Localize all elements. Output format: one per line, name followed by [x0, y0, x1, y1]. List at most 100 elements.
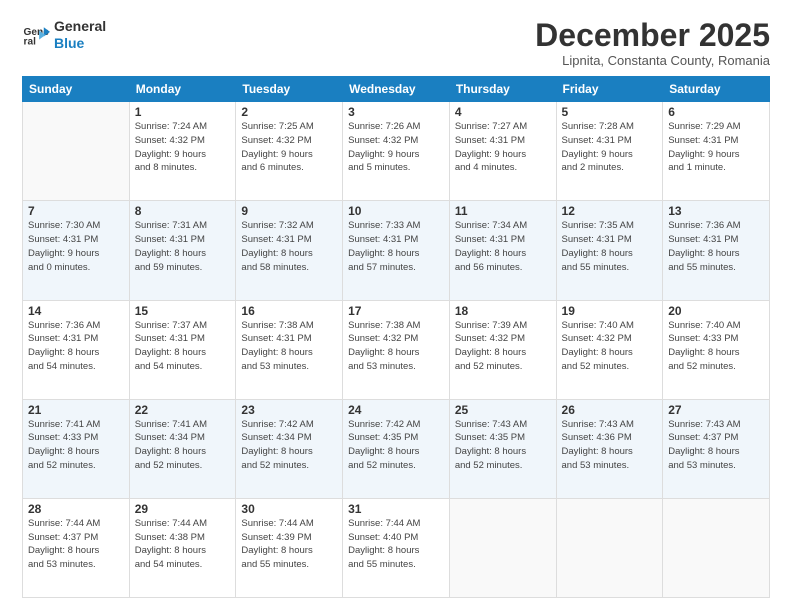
- day-info: Sunrise: 7:40 AM Sunset: 4:33 PM Dayligh…: [668, 319, 764, 374]
- day-info: Sunrise: 7:40 AM Sunset: 4:32 PM Dayligh…: [562, 319, 658, 374]
- month-title: December 2025: [535, 18, 770, 53]
- day-number: 4: [455, 105, 551, 119]
- calendar-cell: [556, 498, 663, 597]
- calendar-cell: [449, 498, 556, 597]
- day-info: Sunrise: 7:33 AM Sunset: 4:31 PM Dayligh…: [348, 219, 444, 274]
- day-number: 21: [28, 403, 124, 417]
- calendar-cell: 27Sunrise: 7:43 AM Sunset: 4:37 PM Dayli…: [663, 399, 770, 498]
- logo: Gene ral General Blue: [22, 18, 106, 52]
- subtitle: Lipnita, Constanta County, Romania: [535, 53, 770, 68]
- day-number: 12: [562, 204, 658, 218]
- day-info: Sunrise: 7:38 AM Sunset: 4:31 PM Dayligh…: [241, 319, 337, 374]
- day-number: 30: [241, 502, 337, 516]
- day-number: 2: [241, 105, 337, 119]
- calendar-cell: 16Sunrise: 7:38 AM Sunset: 4:31 PM Dayli…: [236, 300, 343, 399]
- calendar-cell: 11Sunrise: 7:34 AM Sunset: 4:31 PM Dayli…: [449, 201, 556, 300]
- calendar-cell: 12Sunrise: 7:35 AM Sunset: 4:31 PM Dayli…: [556, 201, 663, 300]
- calendar-cell: 15Sunrise: 7:37 AM Sunset: 4:31 PM Dayli…: [129, 300, 236, 399]
- day-info: Sunrise: 7:43 AM Sunset: 4:36 PM Dayligh…: [562, 418, 658, 473]
- day-info: Sunrise: 7:43 AM Sunset: 4:35 PM Dayligh…: [455, 418, 551, 473]
- day-info: Sunrise: 7:37 AM Sunset: 4:31 PM Dayligh…: [135, 319, 231, 374]
- calendar-cell: 26Sunrise: 7:43 AM Sunset: 4:36 PM Dayli…: [556, 399, 663, 498]
- calendar-cell: 18Sunrise: 7:39 AM Sunset: 4:32 PM Dayli…: [449, 300, 556, 399]
- day-number: 23: [241, 403, 337, 417]
- calendar-cell: 10Sunrise: 7:33 AM Sunset: 4:31 PM Dayli…: [343, 201, 450, 300]
- day-number: 10: [348, 204, 444, 218]
- calendar-cell: 1Sunrise: 7:24 AM Sunset: 4:32 PM Daylig…: [129, 102, 236, 201]
- calendar-week-4: 21Sunrise: 7:41 AM Sunset: 4:33 PM Dayli…: [23, 399, 770, 498]
- day-info: Sunrise: 7:26 AM Sunset: 4:32 PM Dayligh…: [348, 120, 444, 175]
- header: Gene ral General Blue December 2025 Lipn…: [22, 18, 770, 68]
- calendar-cell: 25Sunrise: 7:43 AM Sunset: 4:35 PM Dayli…: [449, 399, 556, 498]
- day-info: Sunrise: 7:31 AM Sunset: 4:31 PM Dayligh…: [135, 219, 231, 274]
- calendar-cell: 29Sunrise: 7:44 AM Sunset: 4:38 PM Dayli…: [129, 498, 236, 597]
- day-info: Sunrise: 7:39 AM Sunset: 4:32 PM Dayligh…: [455, 319, 551, 374]
- day-info: Sunrise: 7:25 AM Sunset: 4:32 PM Dayligh…: [241, 120, 337, 175]
- day-number: 15: [135, 304, 231, 318]
- day-number: 11: [455, 204, 551, 218]
- day-info: Sunrise: 7:42 AM Sunset: 4:35 PM Dayligh…: [348, 418, 444, 473]
- day-number: 20: [668, 304, 764, 318]
- day-number: 5: [562, 105, 658, 119]
- weekday-header-row: SundayMondayTuesdayWednesdayThursdayFrid…: [23, 77, 770, 102]
- logo-line1: General: [54, 18, 106, 35]
- weekday-saturday: Saturday: [663, 77, 770, 102]
- day-info: Sunrise: 7:27 AM Sunset: 4:31 PM Dayligh…: [455, 120, 551, 175]
- day-number: 16: [241, 304, 337, 318]
- day-number: 9: [241, 204, 337, 218]
- day-number: 26: [562, 403, 658, 417]
- logo-line2: Blue: [54, 35, 106, 52]
- day-info: Sunrise: 7:29 AM Sunset: 4:31 PM Dayligh…: [668, 120, 764, 175]
- day-number: 17: [348, 304, 444, 318]
- weekday-thursday: Thursday: [449, 77, 556, 102]
- day-number: 14: [28, 304, 124, 318]
- day-number: 25: [455, 403, 551, 417]
- calendar-cell: 31Sunrise: 7:44 AM Sunset: 4:40 PM Dayli…: [343, 498, 450, 597]
- calendar-cell: 24Sunrise: 7:42 AM Sunset: 4:35 PM Dayli…: [343, 399, 450, 498]
- day-info: Sunrise: 7:30 AM Sunset: 4:31 PM Dayligh…: [28, 219, 124, 274]
- weekday-monday: Monday: [129, 77, 236, 102]
- calendar-page: Gene ral General Blue December 2025 Lipn…: [0, 0, 792, 612]
- day-info: Sunrise: 7:36 AM Sunset: 4:31 PM Dayligh…: [28, 319, 124, 374]
- weekday-friday: Friday: [556, 77, 663, 102]
- day-info: Sunrise: 7:34 AM Sunset: 4:31 PM Dayligh…: [455, 219, 551, 274]
- calendar-cell: 23Sunrise: 7:42 AM Sunset: 4:34 PM Dayli…: [236, 399, 343, 498]
- day-number: 24: [348, 403, 444, 417]
- logo-icon: Gene ral: [22, 21, 50, 49]
- calendar-week-2: 7Sunrise: 7:30 AM Sunset: 4:31 PM Daylig…: [23, 201, 770, 300]
- day-info: Sunrise: 7:41 AM Sunset: 4:34 PM Dayligh…: [135, 418, 231, 473]
- calendar-week-3: 14Sunrise: 7:36 AM Sunset: 4:31 PM Dayli…: [23, 300, 770, 399]
- calendar-cell: 5Sunrise: 7:28 AM Sunset: 4:31 PM Daylig…: [556, 102, 663, 201]
- day-number: 7: [28, 204, 124, 218]
- day-info: Sunrise: 7:42 AM Sunset: 4:34 PM Dayligh…: [241, 418, 337, 473]
- calendar-cell: 7Sunrise: 7:30 AM Sunset: 4:31 PM Daylig…: [23, 201, 130, 300]
- calendar-cell: 4Sunrise: 7:27 AM Sunset: 4:31 PM Daylig…: [449, 102, 556, 201]
- day-number: 18: [455, 304, 551, 318]
- day-info: Sunrise: 7:44 AM Sunset: 4:38 PM Dayligh…: [135, 517, 231, 572]
- calendar-week-1: 1Sunrise: 7:24 AM Sunset: 4:32 PM Daylig…: [23, 102, 770, 201]
- calendar-cell: 8Sunrise: 7:31 AM Sunset: 4:31 PM Daylig…: [129, 201, 236, 300]
- day-number: 28: [28, 502, 124, 516]
- calendar-cell: 17Sunrise: 7:38 AM Sunset: 4:32 PM Dayli…: [343, 300, 450, 399]
- day-number: 6: [668, 105, 764, 119]
- weekday-tuesday: Tuesday: [236, 77, 343, 102]
- day-number: 3: [348, 105, 444, 119]
- day-info: Sunrise: 7:41 AM Sunset: 4:33 PM Dayligh…: [28, 418, 124, 473]
- day-info: Sunrise: 7:44 AM Sunset: 4:40 PM Dayligh…: [348, 517, 444, 572]
- day-info: Sunrise: 7:35 AM Sunset: 4:31 PM Dayligh…: [562, 219, 658, 274]
- day-info: Sunrise: 7:36 AM Sunset: 4:31 PM Dayligh…: [668, 219, 764, 274]
- svg-text:ral: ral: [24, 36, 37, 47]
- calendar-cell: 2Sunrise: 7:25 AM Sunset: 4:32 PM Daylig…: [236, 102, 343, 201]
- weekday-sunday: Sunday: [23, 77, 130, 102]
- day-number: 22: [135, 403, 231, 417]
- day-number: 1: [135, 105, 231, 119]
- day-info: Sunrise: 7:44 AM Sunset: 4:39 PM Dayligh…: [241, 517, 337, 572]
- calendar-cell: 20Sunrise: 7:40 AM Sunset: 4:33 PM Dayli…: [663, 300, 770, 399]
- calendar-body: 1Sunrise: 7:24 AM Sunset: 4:32 PM Daylig…: [23, 102, 770, 598]
- calendar-cell: 19Sunrise: 7:40 AM Sunset: 4:32 PM Dayli…: [556, 300, 663, 399]
- calendar-cell: 3Sunrise: 7:26 AM Sunset: 4:32 PM Daylig…: [343, 102, 450, 201]
- calendar-cell: [23, 102, 130, 201]
- calendar-cell: 21Sunrise: 7:41 AM Sunset: 4:33 PM Dayli…: [23, 399, 130, 498]
- title-section: December 2025 Lipnita, Constanta County,…: [535, 18, 770, 68]
- calendar-week-5: 28Sunrise: 7:44 AM Sunset: 4:37 PM Dayli…: [23, 498, 770, 597]
